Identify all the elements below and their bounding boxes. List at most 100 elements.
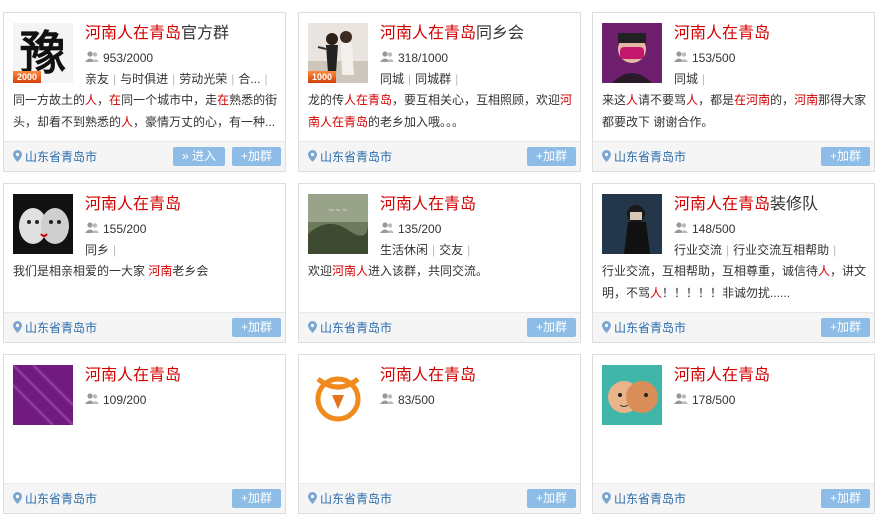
users-icon: [85, 393, 103, 407]
tag-separator: |: [113, 243, 117, 257]
description-text: 欢迎: [308, 264, 333, 278]
group-card[interactable]: 河南人在青岛 153/500 同城 | 来这人请不要骂人，都是在河南的，河南那得大家都要…: [592, 12, 875, 172]
group-title[interactable]: 河南人在青岛官方群: [85, 23, 229, 45]
group-description: 同一方故土的人，在同一个城市中，走在熟悉的街头，却看不到熟悉的人，豪情万丈的心，…: [13, 89, 278, 133]
location-link[interactable]: 山东省青岛市: [308, 491, 392, 507]
group-description: 龙的传人在青岛，要互相关心，互相照顾，欢迎河南人在青岛的老乡加入哦。。。: [308, 89, 573, 133]
group-card[interactable]: ～ ～ ～河南人在青岛 135/200 生活休闲 | 交友 | 欢迎河南人进入该群，共同交流…: [298, 183, 581, 343]
group-title[interactable]: 河南人在青岛: [380, 194, 476, 216]
users-icon: [674, 51, 692, 65]
group-card[interactable]: 河南人在青岛 109/200 山东省青岛市 +加群: [3, 354, 286, 514]
tag-separator: |: [432, 243, 436, 257]
title-highlight: 河南人在青岛: [85, 25, 182, 42]
group-card[interactable]: 河南人在青岛 178/500 山东省青岛市 +加群: [592, 354, 875, 514]
join-group-button[interactable]: +加群: [821, 489, 870, 508]
description-text: 进入该群，共同交流。: [368, 264, 489, 278]
location-link[interactable]: 山东省青岛市: [308, 149, 392, 165]
keyword-highlight: 人: [818, 264, 831, 278]
tag[interactable]: 合...: [238, 72, 260, 86]
group-avatar[interactable]: [602, 23, 662, 83]
join-group-button[interactable]: +加群: [527, 318, 576, 337]
location-link[interactable]: 山东省青岛市: [602, 320, 686, 336]
group-title[interactable]: 河南人在青岛: [85, 365, 181, 387]
group-title[interactable]: 河南人在青岛: [85, 194, 181, 216]
location-link[interactable]: 山东省青岛市: [602, 149, 686, 165]
card-header: 河南人在青岛 155/200 同乡 |: [13, 194, 278, 257]
member-count: 135/200: [380, 221, 441, 237]
member-count: 155/200: [85, 221, 146, 237]
card-footer: 山东省青岛市 +加群: [299, 312, 580, 342]
group-avatar[interactable]: [602, 194, 662, 254]
tag-separator: |: [833, 243, 837, 257]
group-avatar[interactable]: 1000: [308, 23, 368, 83]
member-count: 153/500: [674, 50, 735, 66]
location-link[interactable]: 山东省青岛市: [602, 491, 686, 507]
tag-separator: |: [264, 72, 268, 86]
tag-separator: |: [113, 72, 117, 86]
keyword-highlight: 河南: [148, 264, 173, 278]
group-title[interactable]: 河南人在青岛: [380, 365, 476, 387]
card-header: ～ ～ ～河南人在青岛 135/200 生活休闲 | 交友 |: [308, 194, 573, 257]
location-link[interactable]: 山东省青岛市: [13, 149, 97, 165]
users-icon: [380, 393, 398, 407]
users-icon: [674, 393, 692, 407]
group-title[interactable]: 河南人在青岛装修队: [674, 194, 818, 216]
keyword-highlight: 人: [121, 115, 134, 129]
group-card[interactable]: 豫 2000 河南人在青岛官方群 953/2000 亲友 | 与时俱进 | 劳动光荣 | 合... |…: [3, 12, 286, 172]
enter-button[interactable]: » 进入: [173, 147, 225, 166]
tag[interactable]: 劳动光荣: [179, 72, 227, 86]
join-group-button[interactable]: +加群: [527, 489, 576, 508]
tag[interactable]: 与时俱进: [120, 72, 168, 86]
join-group-button[interactable]: +加群: [821, 318, 870, 337]
group-avatar[interactable]: ～ ～ ～: [308, 194, 368, 254]
tag[interactable]: 同城: [674, 72, 698, 86]
tag[interactable]: 同城群: [415, 72, 451, 86]
location-pin-icon: [13, 150, 25, 164]
group-title[interactable]: 河南人在青岛同乡会: [380, 23, 524, 45]
group-card[interactable]: 河南人在青岛 155/200 同乡 | 我们是相亲相爱的一大家 河南老乡会 山东省青岛市 +…: [3, 183, 286, 343]
join-group-button[interactable]: +加群: [232, 147, 281, 166]
tag[interactable]: 交友: [439, 243, 463, 257]
join-group-button[interactable]: +加群: [232, 318, 281, 337]
group-card[interactable]: 河南人在青岛装修队 148/500 行业交流 | 行业交流互相帮助 | 行业交流，互相帮助，…: [592, 183, 875, 343]
group-card[interactable]: 河南人在青岛 83/500 山东省青岛市 +加群: [298, 354, 581, 514]
tag[interactable]: 行业交流互相帮助: [733, 243, 829, 257]
group-avatar[interactable]: [308, 365, 368, 425]
title-highlight: 河南人在青岛: [674, 367, 771, 384]
member-count-value: 109/200: [103, 393, 147, 407]
group-avatar[interactable]: [13, 365, 73, 425]
title-rest: 官方群: [181, 25, 230, 42]
description-text: 同一个城市中，走: [121, 93, 218, 107]
group-avatar[interactable]: [13, 194, 73, 254]
tag[interactable]: 亲友: [85, 72, 109, 86]
member-count: 148/500: [674, 221, 735, 237]
group-avatar[interactable]: 豫 2000: [13, 23, 73, 83]
group-card[interactable]: 1000 河南人在青岛同乡会 318/1000 同城 | 同城群 | 龙的传人在青岛，要互相关…: [298, 12, 581, 172]
tag[interactable]: 同乡: [85, 243, 109, 257]
group-title[interactable]: 河南人在青岛: [674, 365, 770, 387]
card-footer: 山东省青岛市 +加群: [299, 141, 580, 171]
join-group-button[interactable]: +加群: [527, 147, 576, 166]
member-count-value: 148/500: [692, 222, 736, 236]
description-text: 行业交流，互相帮助，互相尊重，诚信待: [602, 264, 819, 278]
location-link[interactable]: 山东省青岛市: [308, 320, 392, 336]
keyword-highlight: 人: [686, 93, 699, 107]
tag[interactable]: 生活休闲: [380, 243, 428, 257]
description-text: ，: [97, 93, 110, 107]
join-group-button[interactable]: +加群: [821, 147, 870, 166]
join-group-button[interactable]: +加群: [232, 489, 281, 508]
tag[interactable]: 行业交流: [674, 243, 722, 257]
group-avatar[interactable]: [602, 365, 662, 425]
location-link[interactable]: 山东省青岛市: [13, 320, 97, 336]
location-text: 山东省青岛市: [320, 321, 393, 335]
location-pin-icon: [308, 321, 320, 335]
group-title[interactable]: 河南人在青岛: [674, 23, 770, 45]
card-header: 河南人在青岛 109/200: [13, 365, 278, 425]
title-highlight: 河南人在青岛: [380, 196, 477, 213]
location-link[interactable]: 山东省青岛市: [13, 491, 97, 507]
location-pin-icon: [308, 150, 320, 164]
card-footer: 山东省青岛市 +加群: [593, 312, 874, 342]
tag[interactable]: 同城: [380, 72, 404, 86]
title-rest: 装修队: [770, 196, 819, 213]
group-tags: 生活休闲 | 交友 |: [380, 242, 575, 258]
